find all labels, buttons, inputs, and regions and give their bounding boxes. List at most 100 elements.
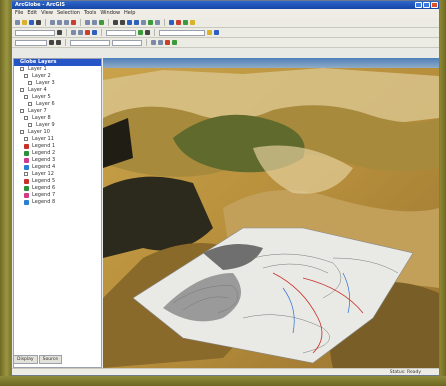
toc-header[interactable]: Globe Layers	[14, 59, 101, 66]
new-icon[interactable]	[15, 20, 20, 25]
edit-icon[interactable]	[56, 40, 61, 45]
toc-layer-label: Layer 3	[36, 80, 55, 86]
toc-layer-row[interactable]: Legend 2	[14, 150, 101, 157]
pan-icon[interactable]	[141, 20, 146, 25]
left-frame	[0, 0, 11, 386]
globe-viewer[interactable]	[103, 58, 439, 368]
flag-icon[interactable]	[85, 30, 90, 35]
layer-visibility-checkbox[interactable]	[28, 123, 32, 127]
maximize-button[interactable]	[423, 2, 430, 8]
layer-visibility-checkbox[interactable]	[24, 95, 28, 99]
zoom-in-icon[interactable]	[127, 20, 132, 25]
tab-source[interactable]: Source	[38, 355, 63, 364]
add-data-icon[interactable]	[99, 20, 104, 25]
layer-visibility-checkbox[interactable]	[28, 102, 32, 106]
toc-layer-row[interactable]: Legend 4	[14, 164, 101, 171]
redo-icon[interactable]	[92, 20, 97, 25]
menu-edit[interactable]: Edit	[27, 9, 37, 18]
open-icon[interactable]	[22, 20, 27, 25]
toc-layer-row[interactable]: Layer 8	[14, 115, 101, 122]
surface-icon[interactable]	[183, 20, 188, 25]
editor-dropdown[interactable]	[15, 39, 47, 46]
toc-layer-row[interactable]: Layer 12	[14, 171, 101, 178]
layer-visibility-checkbox[interactable]	[20, 88, 24, 92]
select-icon[interactable]	[71, 30, 76, 35]
toc-layer-row[interactable]: Layer 5	[14, 94, 101, 101]
toc-layer-row[interactable]: Layer 6	[14, 101, 101, 108]
scale-dropdown[interactable]	[106, 29, 136, 36]
close-button[interactable]	[431, 2, 438, 8]
fly-icon[interactable]	[120, 20, 125, 25]
sketch-properties-icon[interactable]	[172, 40, 177, 45]
cut-icon[interactable]	[50, 20, 55, 25]
sketch-icon[interactable]	[49, 40, 54, 45]
toc-layer-row[interactable]: Layer 11	[14, 136, 101, 143]
toc-layer-label: Layer 5	[32, 94, 51, 100]
paste-icon[interactable]	[64, 20, 69, 25]
tab-display[interactable]: Display	[13, 355, 38, 364]
target-dropdown[interactable]	[159, 29, 205, 36]
layer-visibility-checkbox[interactable]	[24, 74, 28, 78]
target-layer-dropdown[interactable]	[112, 39, 142, 46]
layer-visibility-checkbox[interactable]	[20, 67, 24, 71]
standard-toolbar	[12, 18, 439, 28]
dropdown-arrow-icon[interactable]	[57, 30, 62, 35]
toc-layer-row[interactable]: Layer 10	[14, 129, 101, 136]
layer-dropdown[interactable]	[15, 29, 55, 36]
status-text: Status: Ready	[389, 370, 421, 375]
toc-layer-row[interactable]: Layer 2	[14, 73, 101, 80]
toc-layer-row[interactable]: Layer 4	[14, 87, 101, 94]
globe-icon[interactable]	[169, 20, 174, 25]
layer-icon[interactable]	[176, 20, 181, 25]
delete-icon[interactable]	[71, 20, 76, 25]
layer-visibility-checkbox[interactable]	[24, 172, 28, 176]
layer-visibility-checkbox[interactable]	[28, 81, 32, 85]
rotate-icon[interactable]	[158, 40, 163, 45]
toc-layer-row[interactable]: Legend 7	[14, 192, 101, 199]
menu-file[interactable]: File	[15, 9, 23, 18]
full-extent-icon[interactable]	[148, 20, 153, 25]
copy-icon[interactable]	[57, 20, 62, 25]
menu-window[interactable]: Window	[100, 9, 120, 18]
refresh-icon[interactable]	[138, 30, 143, 35]
toc-layer-label: Layer 6	[36, 101, 55, 107]
undo-icon[interactable]	[85, 20, 90, 25]
target-icon[interactable]	[92, 30, 97, 35]
toc-layer-row[interactable]: Legend 3	[14, 157, 101, 164]
zoom-out-icon[interactable]	[134, 20, 139, 25]
save-icon[interactable]	[29, 20, 34, 25]
minimize-button[interactable]	[415, 2, 422, 8]
layer-visibility-checkbox[interactable]	[24, 116, 28, 120]
toc-layer-row[interactable]: Layer 1	[14, 66, 101, 73]
toc-layer-row[interactable]: Layer 3	[14, 80, 101, 87]
toc-layer-list: Layer 1 Layer 2 Layer 3 Layer 4 Layer 5 Layer…	[14, 66, 101, 206]
animation-icon[interactable]	[214, 30, 219, 35]
toc-layer-row[interactable]: Legend 8	[14, 199, 101, 206]
layer-visibility-checkbox[interactable]	[20, 130, 24, 134]
menu-tools[interactable]: Tools	[84, 9, 96, 18]
toc-layer-row[interactable]: Legend 1	[14, 143, 101, 150]
task-dropdown[interactable]	[70, 39, 110, 46]
measure-icon[interactable]	[78, 30, 83, 35]
settings-icon[interactable]	[145, 30, 150, 35]
attributes-icon[interactable]	[165, 40, 170, 45]
toc-layer-row[interactable]: Layer 9	[14, 122, 101, 129]
help-icon[interactable]	[190, 20, 195, 25]
toc-layer-label: Layer 8	[32, 115, 51, 121]
bookmark-icon[interactable]	[207, 30, 212, 35]
layer-visibility-checkbox[interactable]	[24, 137, 28, 141]
menu-selection[interactable]: Selection	[57, 9, 80, 18]
print-icon[interactable]	[36, 20, 41, 25]
toc-layer-label: Layer 2	[32, 73, 51, 79]
toc-layer-label: Legend 5	[32, 178, 56, 184]
split-icon[interactable]	[151, 40, 156, 45]
identify-icon[interactable]	[155, 20, 160, 25]
navigate-icon[interactable]	[113, 20, 118, 25]
toc-layer-row[interactable]: Layer 7	[14, 108, 101, 115]
layer-visibility-checkbox[interactable]	[20, 109, 24, 113]
menu-help[interactable]: Help	[124, 9, 135, 18]
toc-layer-row[interactable]: Legend 6	[14, 185, 101, 192]
toc-layer-row[interactable]: Legend 5	[14, 178, 101, 185]
menu-view[interactable]: View	[41, 9, 53, 18]
toolbar-separator	[80, 19, 81, 26]
